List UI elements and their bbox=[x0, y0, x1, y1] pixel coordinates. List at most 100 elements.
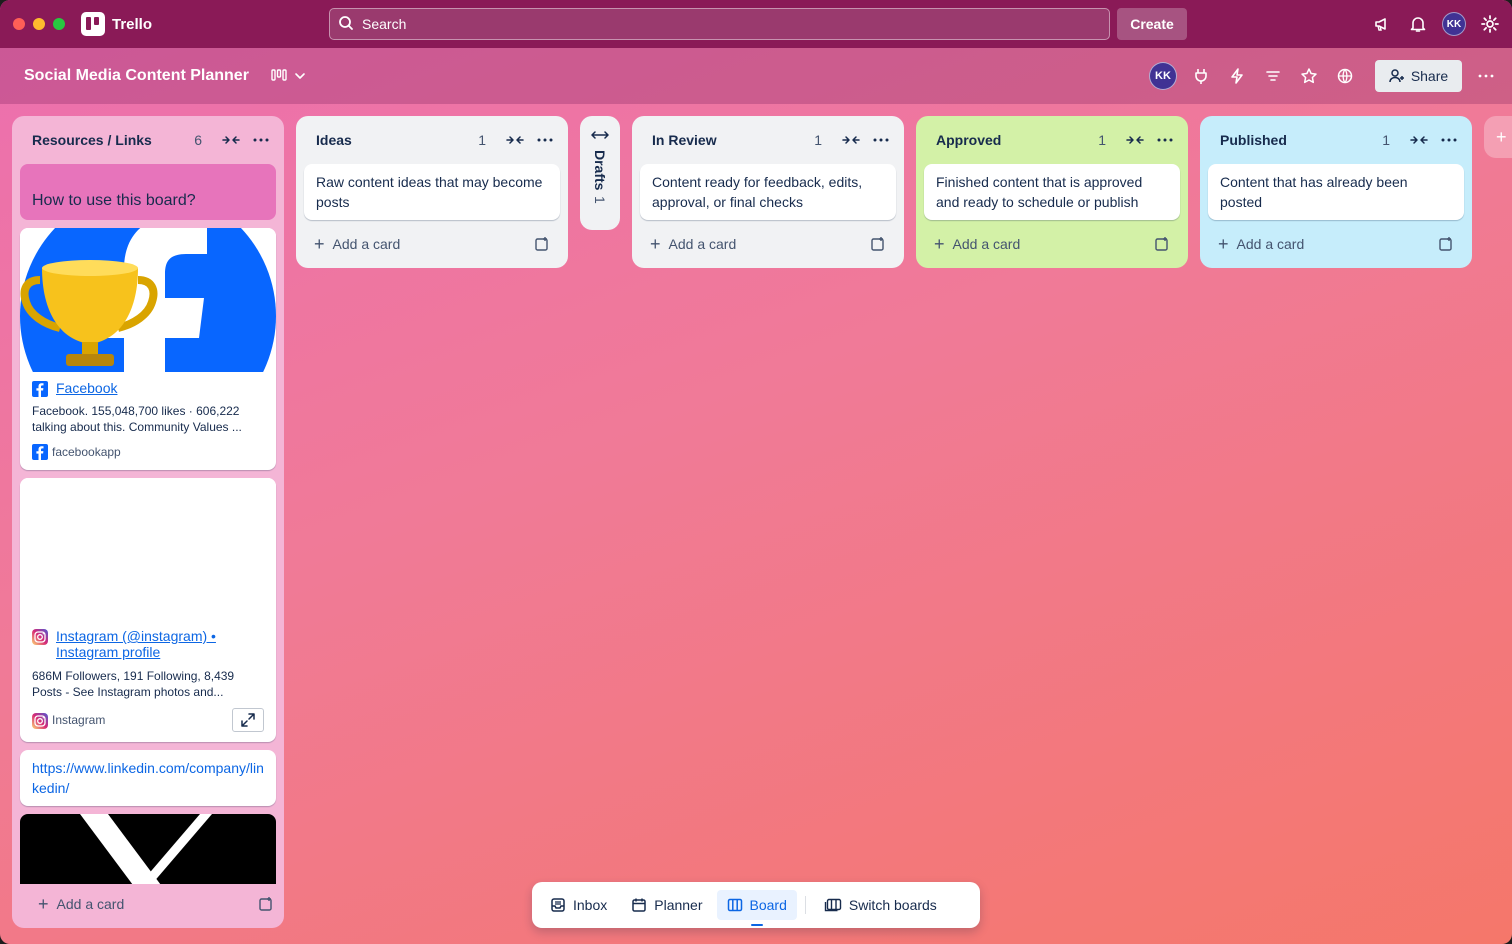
nav-board-label: Board bbox=[749, 897, 787, 913]
list-actions-ellipsis-icon[interactable] bbox=[1438, 129, 1460, 151]
list-actions-ellipsis-icon[interactable] bbox=[250, 129, 272, 151]
notifications-bell-icon[interactable] bbox=[1406, 8, 1430, 40]
power-ups-plug-icon[interactable] bbox=[1189, 62, 1213, 90]
add-card-label: Add a card bbox=[668, 236, 737, 252]
list-header: In Review 1 bbox=[632, 116, 904, 164]
list-actions-ellipsis-icon[interactable] bbox=[1154, 129, 1176, 151]
link-preview-body: Instagram (@instagram) • Instagram profi… bbox=[20, 622, 276, 742]
nav-planner[interactable]: Planner bbox=[621, 890, 712, 920]
list-header: Resources / Links 6 bbox=[12, 116, 284, 164]
collapse-list-icon[interactable] bbox=[840, 129, 862, 151]
list-title[interactable]: Resources / Links bbox=[32, 132, 194, 148]
list-card[interactable]: Content ready for feedback, edits, appro… bbox=[640, 164, 896, 220]
list-approved: Approved 1 Finished content that is appr… bbox=[916, 116, 1188, 268]
add-card-button[interactable]: + Add a card bbox=[924, 228, 1180, 260]
list-title[interactable]: In Review bbox=[652, 132, 814, 148]
calendar-icon bbox=[632, 898, 646, 912]
card-template-icon[interactable] bbox=[534, 236, 550, 252]
list-drafts-collapsed[interactable]: Drafts 1 bbox=[580, 116, 620, 230]
add-card-button[interactable]: + Add a card bbox=[1208, 228, 1464, 260]
list-title[interactable]: Ideas bbox=[316, 132, 478, 148]
add-card-button[interactable]: + Add a card bbox=[304, 228, 560, 260]
list-header: Ideas 1 bbox=[296, 116, 568, 164]
nav-switch-boards[interactable]: Switch boards bbox=[814, 890, 947, 920]
app-name: Trello bbox=[112, 15, 153, 33]
card-template-icon[interactable] bbox=[258, 896, 274, 912]
instagram-cover-image bbox=[20, 478, 276, 622]
whats-new-megaphone-icon[interactable] bbox=[1370, 8, 1394, 40]
list-resources-links: Resources / Links 6 How to use this boar… bbox=[12, 116, 284, 928]
user-avatar[interactable]: KK bbox=[1442, 12, 1466, 36]
board-menu-ellipsis-icon[interactable] bbox=[1474, 62, 1498, 90]
close-window-button[interactable] bbox=[13, 18, 25, 30]
search-input[interactable] bbox=[362, 16, 1062, 32]
add-card-label: Add a card bbox=[952, 236, 1021, 252]
list-title[interactable]: Published bbox=[1220, 132, 1382, 148]
link-preview-body: Facebook Facebook. 155,048,700 likes · 6… bbox=[20, 372, 276, 470]
list-card[interactable]: Raw content ideas that may become posts bbox=[304, 164, 560, 220]
minimize-window-button[interactable] bbox=[33, 18, 45, 30]
expand-list-icon bbox=[591, 131, 609, 139]
settings-gear-icon[interactable] bbox=[1478, 8, 1502, 40]
window-controls bbox=[13, 18, 65, 30]
expand-preview-button[interactable] bbox=[232, 708, 264, 732]
plus-icon: + bbox=[934, 234, 945, 254]
add-card-button[interactable]: + Add a card bbox=[640, 228, 896, 260]
list-cards: How to use this board? Facebook Facebook… bbox=[12, 164, 284, 884]
add-another-list-button[interactable]: + bbox=[1484, 116, 1512, 158]
filter-icon[interactable] bbox=[1261, 62, 1285, 90]
switch-boards-icon bbox=[824, 898, 842, 912]
card-template-icon[interactable] bbox=[1154, 236, 1170, 252]
plus-icon: + bbox=[1218, 234, 1229, 254]
board-view-icon bbox=[271, 69, 287, 81]
maximize-window-button[interactable] bbox=[53, 18, 65, 30]
nav-divider bbox=[804, 896, 806, 914]
add-person-icon bbox=[1389, 69, 1404, 83]
x-logo-icon bbox=[80, 814, 212, 884]
search-icon bbox=[338, 15, 354, 34]
automation-lightning-icon[interactable] bbox=[1225, 62, 1249, 90]
board-member-avatar[interactable]: KK bbox=[1149, 62, 1177, 90]
trello-home-link[interactable]: Trello bbox=[81, 12, 152, 36]
nav-board[interactable]: Board bbox=[716, 890, 797, 926]
share-button[interactable]: Share bbox=[1375, 60, 1462, 92]
board-view-switcher[interactable] bbox=[271, 69, 307, 83]
add-card-button[interactable]: + Add a card bbox=[28, 888, 284, 920]
card-template-icon[interactable] bbox=[870, 236, 886, 252]
nav-inbox[interactable]: Inbox bbox=[540, 890, 617, 920]
card-template-icon[interactable] bbox=[1438, 236, 1454, 252]
top-bar: Trello Create KK bbox=[0, 0, 1512, 48]
link-source: facebookapp bbox=[32, 443, 264, 460]
add-card-label: Add a card bbox=[332, 236, 401, 252]
collapse-list-icon[interactable] bbox=[220, 129, 242, 151]
trello-logo-icon bbox=[81, 12, 105, 36]
instagram-favicon-icon bbox=[32, 629, 48, 645]
board-actions: KK Share bbox=[1149, 60, 1498, 92]
instagram-link-card[interactable]: Instagram (@instagram) • Instagram profi… bbox=[20, 478, 276, 742]
instagram-favicon-icon bbox=[32, 712, 48, 729]
pinned-card[interactable]: How to use this board? bbox=[20, 164, 276, 220]
list-title[interactable]: Approved bbox=[936, 132, 1098, 148]
board-title[interactable]: Social Media Content Planner bbox=[24, 67, 249, 85]
search-bar[interactable] bbox=[329, 8, 1110, 40]
facebook-cover-image bbox=[20, 228, 276, 372]
collapse-list-icon[interactable] bbox=[504, 129, 526, 151]
bottom-nav: Inbox Planner Board Switch boards bbox=[532, 882, 980, 928]
collapse-list-icon[interactable] bbox=[1124, 129, 1146, 151]
facebook-source-name: facebookapp bbox=[52, 444, 121, 459]
facebook-link-title[interactable]: Facebook bbox=[56, 380, 117, 396]
collapse-list-icon[interactable] bbox=[1408, 129, 1430, 151]
list-actions-ellipsis-icon[interactable] bbox=[534, 129, 556, 151]
list-card[interactable]: Content that has already been posted bbox=[1208, 164, 1464, 220]
list-card[interactable]: Finished content that is approved and re… bbox=[924, 164, 1180, 220]
visibility-globe-icon[interactable] bbox=[1333, 62, 1357, 90]
inbox-icon bbox=[551, 898, 565, 912]
linkedin-url-card[interactable]: https://www.linkedin.com/company/linkedi… bbox=[20, 750, 276, 806]
facebook-link-card[interactable]: Facebook Facebook. 155,048,700 likes · 6… bbox=[20, 228, 276, 470]
instagram-link-title[interactable]: Instagram (@instagram) • Instagram profi… bbox=[56, 628, 264, 660]
list-card-count: 1 bbox=[1382, 132, 1390, 148]
create-button[interactable]: Create bbox=[1117, 8, 1187, 40]
list-actions-ellipsis-icon[interactable] bbox=[870, 129, 892, 151]
star-icon[interactable] bbox=[1297, 62, 1321, 90]
plus-icon: + bbox=[650, 234, 661, 254]
